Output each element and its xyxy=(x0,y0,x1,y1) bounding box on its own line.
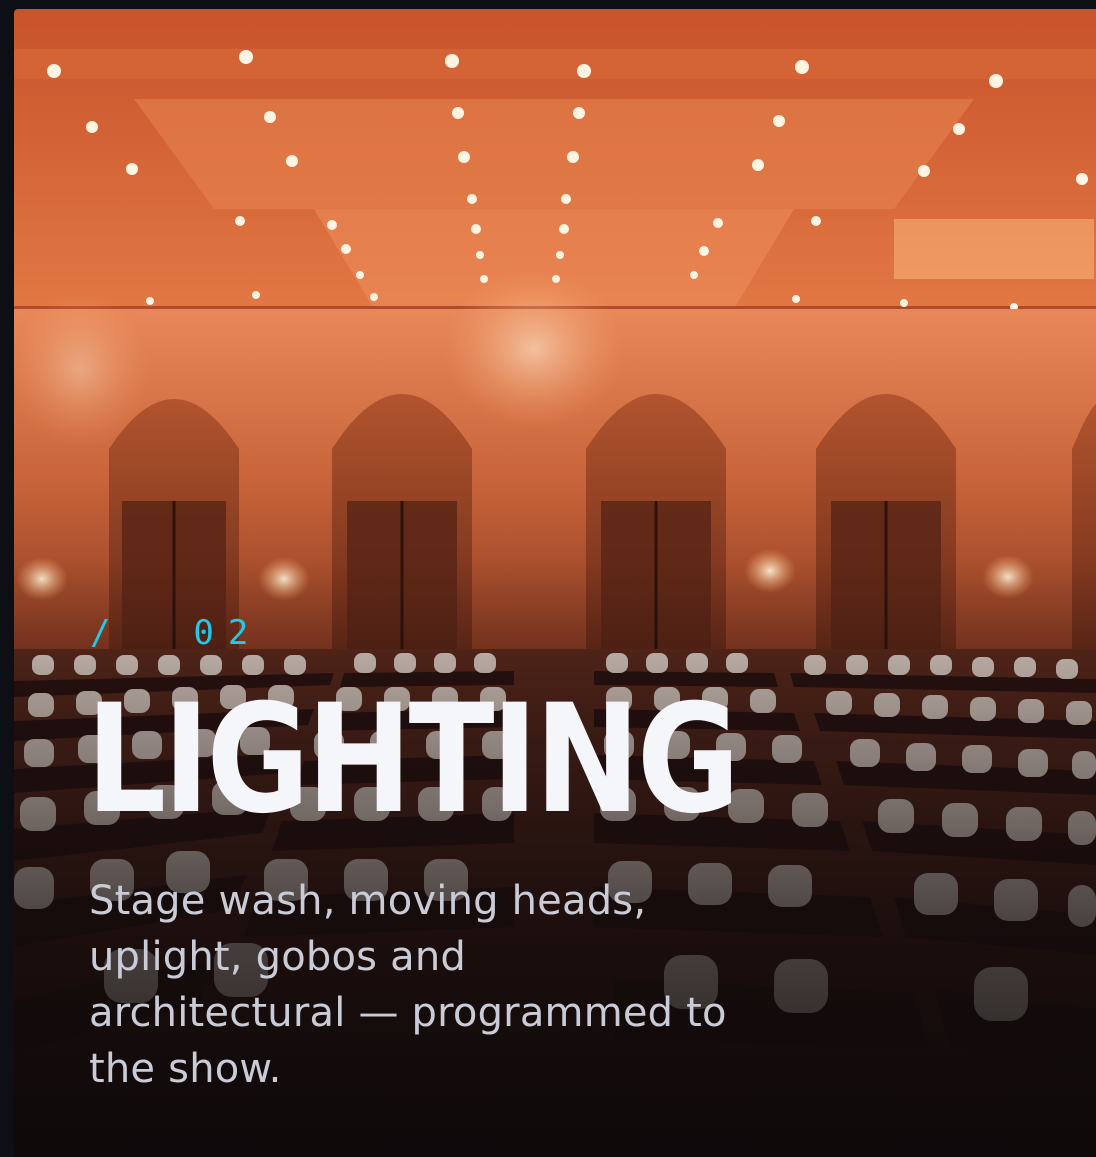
card-index-label: / 02 xyxy=(90,613,263,653)
card-description: Stage wash, moving heads, uplight, gobos… xyxy=(89,878,727,1092)
service-card-lighting[interactable]: / 02 LIGHTING Stage wash, moving heads, … xyxy=(14,9,1096,1157)
card-title: LIGHTING xyxy=(86,673,740,847)
